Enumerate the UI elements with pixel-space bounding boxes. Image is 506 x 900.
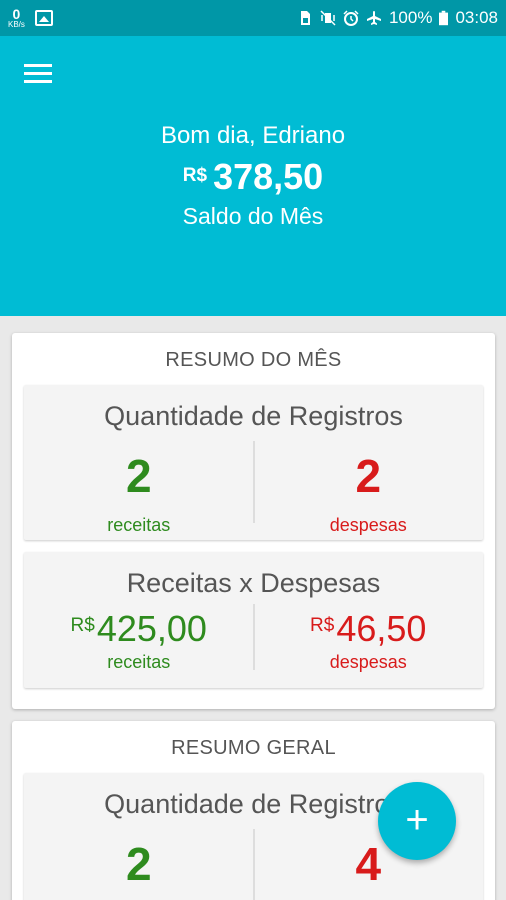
network-speed: 0 KB/s: [8, 7, 25, 29]
month-income-amount: R$425,00: [24, 608, 254, 650]
month-expense-label: despesas: [329, 515, 407, 535]
month-income-count: 2: [125, 450, 152, 502]
status-right: 100% 03:08: [297, 8, 498, 28]
month-records-values: 2 receitas 2 despesas: [24, 453, 483, 536]
status-bar: 0 KB/s 100% 03:08: [0, 0, 506, 36]
network-speed-unit: KB/s: [8, 20, 25, 29]
battery-percent: 100%: [388, 8, 433, 27]
month-amounts-panel[interactable]: Receitas x Despesas R$425,00 receitas R$…: [24, 552, 483, 688]
general-expense-count-col: 4 despesas: [254, 841, 484, 900]
clock: 03:08: [455, 8, 498, 27]
month-expense-amount: R$46,50: [254, 608, 484, 650]
income-currency: R$: [70, 615, 95, 636]
month-amounts-title: Receitas x Despesas: [126, 568, 381, 598]
network-speed-value: 0: [12, 6, 21, 22]
month-balance: R$ 378,50: [0, 156, 506, 198]
vibrate-icon: [320, 10, 336, 26]
balance-amount: 378,50: [213, 156, 324, 197]
month-expense-count-col: 2 despesas: [254, 453, 484, 536]
month-income-label: receitas: [107, 515, 171, 535]
app-header: Bom dia, Edriano R$ 378,50 Saldo do Mês: [0, 36, 506, 316]
month-summary-card: RESUMO DO MÊS Quantidade de Registros 2 …: [12, 333, 495, 709]
month-records-panel[interactable]: Quantidade de Registros 2 receitas 2 des…: [24, 385, 483, 540]
battery-icon: [439, 10, 449, 26]
plus-icon: +: [405, 798, 429, 842]
month-income-amount-label: receitas: [107, 652, 171, 672]
expense-value: 46,50: [336, 608, 427, 649]
month-summary-title: RESUMO DO MÊS: [165, 349, 342, 371]
image-icon: [34, 10, 53, 26]
status-left: 0 KB/s: [8, 7, 53, 29]
general-expense-count: 4: [355, 838, 382, 890]
month-income-amount-col: R$425,00 receitas: [24, 608, 254, 673]
month-expense-count: 2: [355, 450, 382, 502]
balance-caption: Saldo do Mês: [182, 203, 324, 229]
alarm-icon: [343, 10, 359, 26]
expense-currency: R$: [310, 615, 335, 636]
income-value: 425,00: [96, 608, 207, 649]
general-income-count: 2: [125, 838, 152, 890]
balance-currency: R$: [182, 165, 208, 186]
month-amounts-values: R$425,00 receitas R$46,50 despesas: [24, 608, 483, 673]
sim-icon: [300, 11, 310, 25]
general-summary-title: RESUMO GERAL: [171, 737, 336, 759]
add-record-button[interactable]: +: [378, 782, 456, 860]
month-expense-amount-col: R$46,50 despesas: [254, 608, 484, 673]
airplane-icon: [366, 11, 381, 25]
month-expense-amount-label: despesas: [329, 652, 407, 672]
greeting: Bom dia, Edriano: [160, 122, 346, 149]
month-income-count-col: 2 receitas: [24, 453, 254, 536]
menu-icon[interactable]: [24, 64, 54, 86]
general-income-count-col: 2 receitas: [24, 841, 254, 900]
month-records-title: Quantidade de Registros: [104, 401, 403, 431]
